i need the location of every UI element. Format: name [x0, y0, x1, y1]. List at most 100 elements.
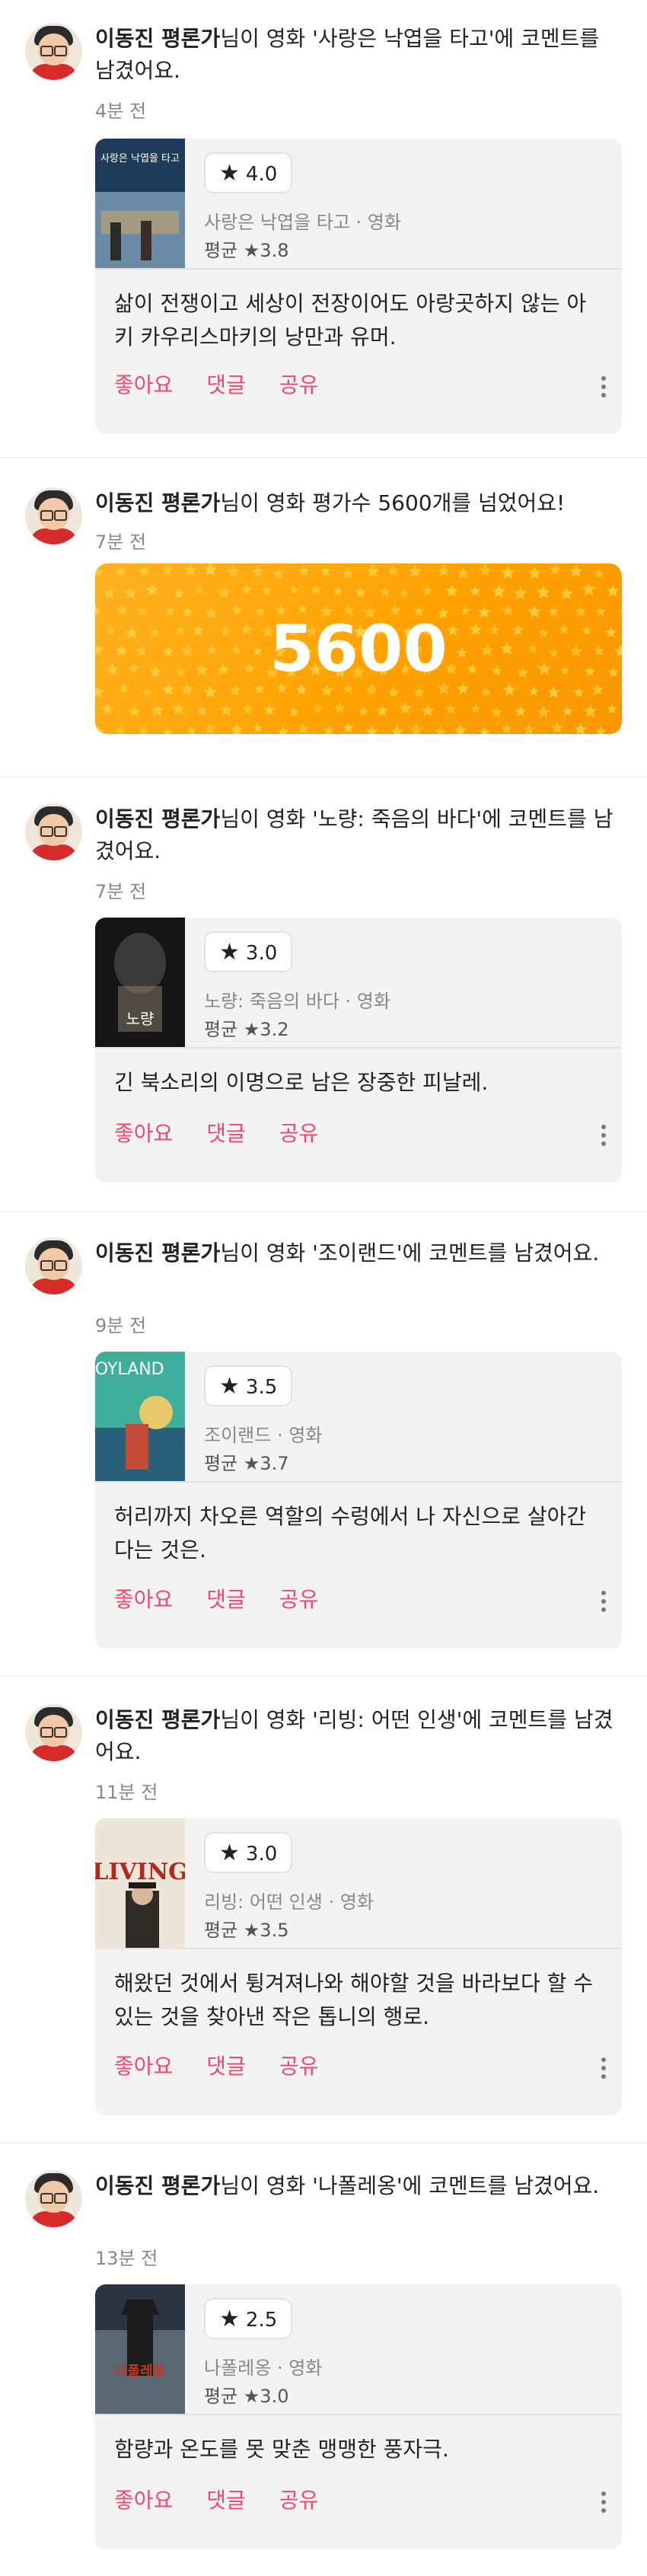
- milestone-count: 5600: [269, 611, 448, 686]
- poster-title: 노량: [126, 1010, 155, 1028]
- share-button[interactable]: 공유: [279, 2488, 319, 2513]
- like-button[interactable]: 좋아요: [114, 1587, 173, 1612]
- avatar[interactable]: [25, 2170, 82, 2227]
- comment-text[interactable]: 허리까지 차오른 역할의 수렁에서 나 자신으로 살아간다는 것은.: [114, 1500, 601, 1567]
- like-button[interactable]: 좋아요: [114, 372, 173, 397]
- more-vertical-icon[interactable]: [601, 1591, 607, 1615]
- movie-comment-card[interactable]: JOYLAND ★ 3.5 조이랜드 · 영화 평균 ★3.7 허리까지 차오른 …: [95, 1352, 622, 1649]
- rating-value: 4.0: [245, 163, 278, 186]
- my-rating: ★ 3.0: [204, 931, 293, 972]
- movie-meta[interactable]: 사랑은 낙엽을 타고 · 영화: [204, 207, 401, 234]
- avatar[interactable]: [25, 23, 82, 80]
- average-rating: 평균 ★3.0: [204, 2386, 289, 2407]
- feed-divider: [0, 1211, 647, 1212]
- reply-button[interactable]: 댓글: [206, 2054, 246, 2079]
- more-vertical-icon[interactable]: [601, 2491, 607, 2516]
- reply-button[interactable]: 댓글: [206, 1587, 246, 1612]
- reply-button[interactable]: 댓글: [206, 2488, 246, 2513]
- more-vertical-icon[interactable]: [601, 376, 607, 401]
- comment-text[interactable]: 해왔던 것에서 튕겨져나와 해야할 것을 바라보다 할 수 있는 것을 찾아낸 …: [114, 1967, 601, 2034]
- feed-divider: [0, 457, 647, 458]
- movie-poster[interactable]: 노량: [95, 918, 185, 1047]
- card-divider: [95, 2414, 622, 2415]
- action-bar: 좋아요 댓글 공유: [114, 2050, 352, 2080]
- movie-meta[interactable]: 노량: 죽음의 바다 · 영화: [204, 986, 390, 1013]
- card-divider: [95, 268, 622, 270]
- like-button[interactable]: 좋아요: [114, 1121, 173, 1146]
- average-rating: 평균 ★3.8: [204, 240, 289, 261]
- milestone-banner[interactable]: 5600: [95, 563, 622, 734]
- movie-poster[interactable]: LIVING: [95, 1818, 185, 1948]
- average-rating: 평균 ★3.7: [204, 1453, 289, 1474]
- activity-headline: 이동진 평론가님이 영화 '나폴레옹'에 코멘트를 남겼어요.: [95, 2170, 620, 2202]
- timestamp: 7분 전: [95, 881, 147, 902]
- activity-text: 님이 영화 평가수 5600개를 넘었어요!: [220, 490, 566, 516]
- comment-text[interactable]: 함량과 온도를 못 맞춘 맹맹한 풍자극.: [114, 2433, 601, 2466]
- like-button[interactable]: 좋아요: [114, 2488, 173, 2513]
- timestamp: 11분 전: [95, 1782, 158, 1803]
- action-bar: 좋아요 댓글 공유: [114, 1117, 352, 1148]
- poster-title: JOYLAND: [95, 1360, 164, 1379]
- my-rating: ★ 4.0: [204, 152, 293, 193]
- poster-title: 나폴레옹: [115, 2364, 165, 2380]
- timestamp: 7분 전: [95, 531, 147, 553]
- activity-headline: 이동진 평론가님이 영화 평가수 5600개를 넘었어요!: [95, 487, 620, 519]
- activity-text: 님이 영화 '나폴레옹'에 코멘트를 남겼어요.: [220, 2173, 600, 2198]
- author-name[interactable]: 이동진 평론가: [95, 806, 220, 832]
- card-divider: [95, 1481, 622, 1483]
- activity-headline: 이동진 평론가님이 영화 '사랑은 낙엽을 타고'에 코멘트를 남겼어요.: [95, 23, 620, 87]
- movie-poster[interactable]: 사랑은 낙엽을 타고: [95, 139, 185, 268]
- rating-value: 3.0: [245, 1843, 278, 1866]
- author-name[interactable]: 이동진 평론가: [95, 2173, 220, 2198]
- action-bar: 좋아요 댓글 공유: [114, 2484, 352, 2514]
- share-button[interactable]: 공유: [279, 372, 319, 397]
- more-vertical-icon[interactable]: [601, 1125, 607, 1149]
- avatar[interactable]: [25, 487, 82, 544]
- my-rating: ★ 2.5: [204, 2298, 293, 2339]
- feed-divider: [0, 777, 647, 778]
- more-vertical-icon[interactable]: [601, 2057, 607, 2082]
- share-button[interactable]: 공유: [279, 1587, 319, 1612]
- movie-poster[interactable]: 나폴레옹: [95, 2284, 185, 2414]
- movie-comment-card[interactable]: LIVING ★ 3.0 리빙: 어떤 인생 · 영화 평균 ★3.5 해왔던 것…: [95, 1818, 622, 2115]
- my-rating: ★ 3.0: [204, 1832, 293, 1873]
- average-rating: 평균 ★3.2: [204, 1019, 289, 1040]
- rating-value: 3.0: [245, 942, 278, 965]
- poster-title: 사랑은 낙엽을 타고: [100, 153, 180, 164]
- activity-headline: 이동진 평론가님이 영화 '노량: 죽음의 바다'에 코멘트를 남겼어요.: [95, 803, 620, 867]
- movie-comment-card[interactable]: 나폴레옹 ★ 2.5 나폴레옹 · 영화 평균 ★3.0 함량과 온도를 못 맞춘…: [95, 2284, 622, 2549]
- avatar[interactable]: [25, 803, 82, 860]
- activity-headline: 이동진 평론가님이 영화 '조이랜드'에 코멘트를 남겼어요.: [95, 1237, 620, 1269]
- avatar[interactable]: [25, 1704, 82, 1761]
- share-button[interactable]: 공유: [279, 1121, 319, 1146]
- feed-divider: [0, 1675, 647, 1677]
- movie-meta[interactable]: 리빙: 어떤 인생 · 영화: [204, 1887, 374, 1914]
- author-name[interactable]: 이동진 평론가: [95, 490, 220, 516]
- movie-meta[interactable]: 조이랜드 · 영화: [204, 1420, 322, 1447]
- average-rating: 평균 ★3.5: [204, 1920, 289, 1941]
- rating-value: 3.5: [245, 1376, 278, 1399]
- author-name[interactable]: 이동진 평론가: [95, 1707, 220, 1732]
- timestamp: 13분 전: [95, 2248, 158, 2269]
- movie-meta[interactable]: 나폴레옹 · 영화: [204, 2353, 322, 2380]
- star-icon: ★: [219, 160, 240, 187]
- my-rating: ★ 3.5: [204, 1365, 293, 1406]
- movie-comment-card[interactable]: 사랑은 낙엽을 타고 ★ 4.0 사랑은 낙엽을 타고 · 영화 평균 ★3.8 …: [95, 139, 622, 434]
- action-bar: 좋아요 댓글 공유: [114, 1583, 352, 1614]
- avatar[interactable]: [25, 1237, 82, 1294]
- comment-text[interactable]: 삶이 전쟁이고 세상이 전장이어도 아랑곳하지 않는 아키 카우리스마키의 낭만…: [114, 287, 601, 354]
- like-button[interactable]: 좋아요: [114, 2054, 173, 2079]
- movie-poster[interactable]: JOYLAND: [95, 1352, 185, 1481]
- reply-button[interactable]: 댓글: [206, 372, 246, 397]
- card-divider: [95, 1047, 622, 1049]
- author-name[interactable]: 이동진 평론가: [95, 1240, 220, 1266]
- action-bar: 좋아요 댓글 공유: [114, 369, 352, 399]
- share-button[interactable]: 공유: [279, 2054, 319, 2079]
- author-name[interactable]: 이동진 평론가: [95, 26, 220, 51]
- movie-comment-card[interactable]: 노량 ★ 3.0 노량: 죽음의 바다 · 영화 평균 ★3.2 긴 북소리의 이…: [95, 918, 622, 1183]
- comment-text[interactable]: 긴 북소리의 이명으로 남은 장중한 피날레.: [114, 1066, 601, 1100]
- timestamp: 9분 전: [95, 1315, 147, 1336]
- activity-headline: 이동진 평론가님이 영화 '리빙: 어떤 인생'에 코멘트를 남겼어요.: [95, 1704, 620, 1768]
- reply-button[interactable]: 댓글: [206, 1121, 246, 1146]
- card-divider: [95, 1948, 622, 1949]
